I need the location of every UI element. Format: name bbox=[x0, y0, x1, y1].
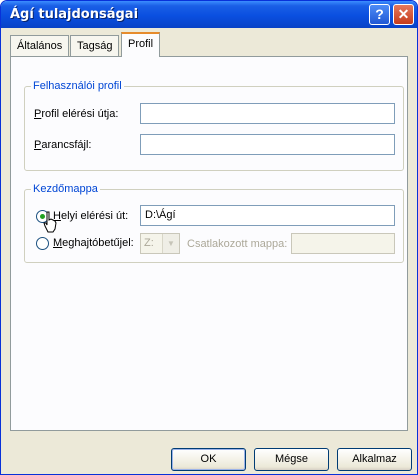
title-bar[interactable]: Ágí tulajdonságai ? ✕ bbox=[1, 1, 417, 28]
close-button[interactable]: ✕ bbox=[393, 4, 414, 25]
profile-tab-panel: Felhasználói profil Profil elérési útja:… bbox=[10, 56, 408, 431]
connect-drive-radio[interactable] bbox=[36, 237, 49, 250]
chevron-down-icon[interactable]: ▼ bbox=[162, 234, 179, 253]
tab-profile[interactable]: Profil bbox=[121, 32, 161, 57]
profile-path-input[interactable] bbox=[140, 103, 395, 124]
close-icon: ✕ bbox=[397, 6, 410, 22]
home-folder-legend: Kezdőmappa bbox=[33, 183, 98, 195]
help-icon: ? bbox=[375, 6, 384, 22]
local-path-label-text: elyi elérési út: bbox=[60, 210, 129, 222]
drive-letter-select[interactable]: Z: ▼ bbox=[140, 233, 180, 254]
logon-script-label: Parancsfájl: bbox=[34, 139, 91, 151]
drive-letter-label[interactable]: Meghajtóbetűjel: bbox=[53, 237, 134, 249]
connected-folder-input[interactable] bbox=[291, 233, 395, 254]
drive-letter-value: Z: bbox=[144, 237, 154, 249]
local-path-input[interactable]: D:\Ágí bbox=[140, 205, 395, 226]
connected-folder-label: Csatlakozott mappa: bbox=[187, 238, 288, 250]
profile-path-label-text: rofil elérési útja: bbox=[41, 108, 119, 120]
apply-button[interactable]: Alkalmaz bbox=[337, 448, 412, 471]
tab-general[interactable]: Általános bbox=[10, 35, 70, 56]
tab-membership[interactable]: Tagság bbox=[70, 35, 120, 56]
user-profile-legend: Felhasználói profil bbox=[33, 80, 122, 92]
drive-letter-mnemonic: M bbox=[53, 237, 63, 249]
logon-script-input[interactable] bbox=[140, 134, 395, 155]
properties-dialog: Ágí tulajdonságai ? ✕ Általános Tagság P… bbox=[0, 0, 418, 475]
help-button[interactable]: ? bbox=[369, 4, 390, 25]
user-profile-group: Felhasználói profil bbox=[24, 80, 404, 171]
cancel-button[interactable]: Mégse bbox=[254, 448, 329, 471]
local-path-label[interactable]: Helyi elérési út: bbox=[53, 210, 128, 222]
window-title: Ágí tulajdonságai bbox=[10, 7, 139, 22]
profile-path-label: Profil elérési útja: bbox=[34, 108, 118, 120]
drive-letter-label-text: eghajtóbetűjel: bbox=[62, 237, 134, 249]
ok-button[interactable]: OK bbox=[171, 448, 246, 471]
hand-cursor-icon bbox=[43, 211, 57, 233]
logon-script-label-text: arancsfájl: bbox=[41, 139, 92, 151]
